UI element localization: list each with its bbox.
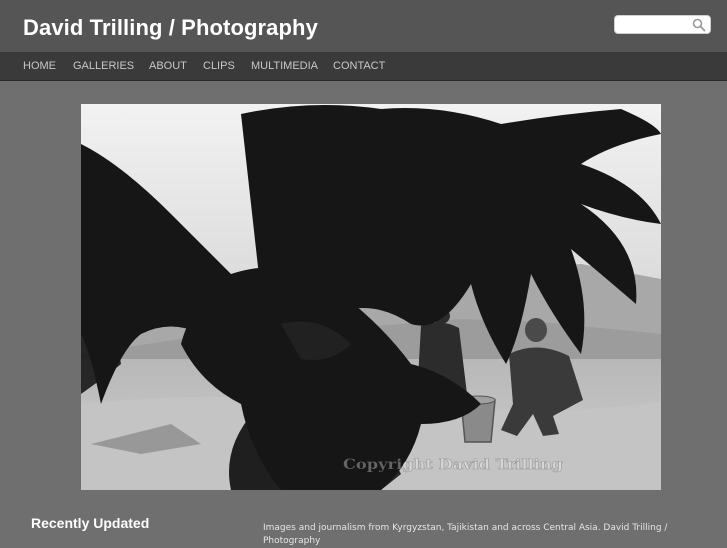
nav-item-multimedia[interactable]: MULTIMEDIA [251, 52, 318, 80]
main-navigation: HOME GALLERIES ABOUT CLIPS MULTIMEDIA CO… [0, 52, 727, 81]
site-title[interactable]: David Trilling / Photography [23, 15, 318, 41]
recently-updated-heading: Recently Updated [31, 515, 150, 531]
nav-item-contact[interactable]: CONTACT [333, 52, 385, 80]
site-description: Images and journalism from Kyrgyzstan, T… [263, 523, 668, 546]
nav-item-home[interactable]: HOME [23, 52, 56, 80]
nav-item-galleries[interactable]: GALLERIES [73, 52, 134, 80]
site-header: David Trilling / Photography [0, 0, 727, 52]
search-box[interactable] [614, 15, 711, 34]
featured-photo-image: Copyright David Trilling [81, 104, 661, 490]
nav-item-about[interactable]: ABOUT [149, 52, 187, 80]
search-icon[interactable] [692, 18, 706, 32]
nav-item-clips[interactable]: CLIPS [203, 52, 235, 80]
search-input[interactable] [619, 17, 691, 32]
photo-watermark: Copyright David Trilling [343, 457, 563, 473]
featured-photo[interactable]: Copyright David Trilling [81, 104, 661, 490]
